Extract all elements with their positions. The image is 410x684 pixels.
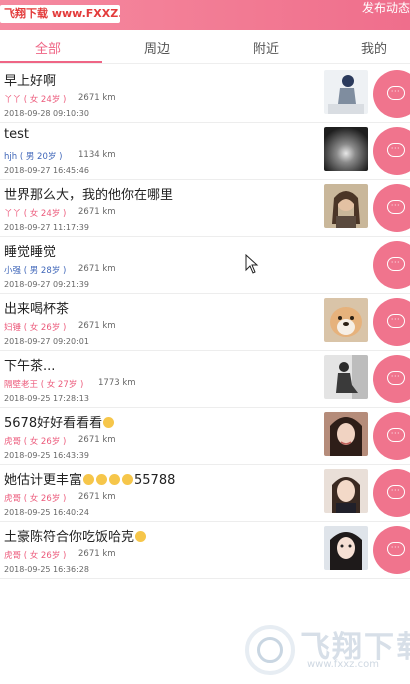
tab-nearby[interactable]: 附近 — [253, 38, 279, 57]
post-user[interactable]: 隔壁老王 ( 女 27岁 ) — [4, 378, 83, 390]
post-thumbnail[interactable] — [324, 355, 368, 399]
watermark-url-badge: 飞翔下载 www.FXXZ.com — [0, 5, 120, 23]
app-header: 飞翔下载 www.FXXZ.com 发布动态 — [0, 0, 410, 30]
chat-button[interactable]: ··· — [373, 241, 410, 289]
active-tab-indicator — [0, 61, 102, 63]
watermark-logo-icon — [245, 625, 295, 675]
list-item[interactable]: 5678好好看看看 虎哥 ( 女 26岁 ) 2671 km 2018-09-2… — [0, 408, 410, 465]
chat-button[interactable]: ··· — [373, 469, 410, 517]
post-thumbnail[interactable] — [324, 412, 368, 456]
list-item[interactable]: 睡觉睡觉 小强 ( 男 28岁 ) 2671 km 2018-09-27 09:… — [0, 237, 410, 294]
post-user[interactable]: 妇锤 ( 女 26岁 ) — [4, 321, 66, 333]
post-distance: 2671 km — [78, 264, 116, 274]
post-time: 2018-09-27 16:45:46 — [4, 166, 89, 175]
list-item[interactable]: 下午茶... 隔壁老王 ( 女 27岁 ) 1773 km 2018-09-25… — [0, 351, 410, 408]
post-thumbnail[interactable] — [324, 127, 368, 171]
post-distance: 1773 km — [98, 378, 136, 388]
chat-button[interactable]: ··· — [373, 355, 410, 403]
list-item[interactable]: 早上好啊 丫丫 ( 女 24岁 ) 2671 km 2018-09-28 09:… — [0, 66, 410, 123]
post-time: 2018-09-25 16:43:39 — [4, 451, 89, 460]
post-title: 睡觉睡觉 — [4, 245, 57, 260]
post-time: 2018-09-25 16:40:24 — [4, 508, 89, 517]
list-item[interactable]: 土豪陈符合你吃饭哈克 虎哥 ( 女 26岁 ) 2671 km 2018-09-… — [0, 522, 410, 579]
post-user[interactable]: 小强 ( 男 28岁 ) — [4, 264, 66, 276]
chat-button[interactable]: ··· — [373, 70, 410, 118]
post-distance: 1134 km — [78, 150, 116, 160]
chat-icon: ··· — [387, 371, 405, 385]
post-title: 她估计更丰富 55788 — [4, 473, 176, 488]
post-title: 土豪陈符合你吃饭哈克 — [4, 526, 147, 545]
chat-icon: ··· — [387, 257, 405, 271]
post-title: 世界那么大，我的他你在哪里 — [4, 188, 174, 203]
post-title: 5678好好看看看 — [4, 412, 115, 431]
post-distance: 2671 km — [78, 207, 116, 217]
chat-button[interactable]: ··· — [373, 184, 410, 232]
chat-icon: ··· — [387, 143, 405, 157]
post-distance: 2671 km — [78, 321, 116, 331]
smile-emoji-icon — [135, 531, 147, 542]
post-thumbnail[interactable] — [324, 526, 368, 570]
mouse-cursor-icon — [245, 254, 259, 274]
tab-all[interactable]: 全部 — [35, 38, 61, 57]
tab-mine[interactable]: 我的 — [361, 38, 387, 57]
emoji-icon — [122, 474, 134, 485]
post-time: 2018-09-28 09:10:30 — [4, 109, 89, 118]
post-time: 2018-09-25 16:36:28 — [4, 565, 89, 574]
emoji-icon — [96, 474, 108, 485]
post-title: test — [4, 127, 29, 142]
post-thumbnail[interactable] — [324, 469, 368, 513]
emoji-icon — [109, 474, 121, 485]
post-time: 2018-09-25 17:28:13 — [4, 394, 89, 403]
chat-button[interactable]: ··· — [373, 127, 410, 175]
list-item[interactable]: test hjh ( 男 20岁 ) 1134 km 2018-09-27 16… — [0, 123, 410, 180]
smile-emoji-icon — [103, 417, 115, 428]
post-distance: 2671 km — [78, 549, 116, 559]
watermark-url: www.fxxz.com — [307, 659, 379, 670]
tab-around[interactable]: 周边 — [144, 38, 170, 57]
post-user[interactable]: 虎哥 ( 女 26岁 ) — [4, 435, 66, 447]
list-item[interactable]: 世界那么大，我的他你在哪里 丫丫 ( 女 24岁 ) 2671 km 2018-… — [0, 180, 410, 237]
post-title: 出来喝杯茶 — [4, 302, 70, 317]
post-time: 2018-09-27 09:20:01 — [4, 337, 89, 346]
post-user[interactable]: 虎哥 ( 女 26岁 ) — [4, 549, 66, 561]
post-time: 2018-09-27 11:17:39 — [4, 223, 89, 232]
post-button[interactable]: 发布动态 — [362, 0, 410, 16]
chat-icon: ··· — [387, 542, 405, 556]
post-user[interactable]: 丫丫 ( 女 24岁 ) — [4, 93, 66, 105]
post-thumbnail[interactable] — [324, 298, 368, 342]
post-title: 下午茶... — [4, 359, 56, 374]
chat-icon: ··· — [387, 485, 405, 499]
list-item[interactable]: 出来喝杯茶 妇锤 ( 女 26岁 ) 2671 km 2018-09-27 09… — [0, 294, 410, 351]
chat-button[interactable]: ··· — [373, 526, 410, 574]
post-user[interactable]: 虎哥 ( 女 26岁 ) — [4, 492, 66, 504]
chat-icon: ··· — [387, 428, 405, 442]
post-time: 2018-09-27 09:21:39 — [4, 280, 89, 289]
tab-bar: 全部 周边 附近 我的 — [0, 30, 410, 64]
list-item[interactable]: 她估计更丰富 55788 虎哥 ( 女 26岁 ) 2671 km 2018-09… — [0, 465, 410, 522]
chat-icon: ··· — [387, 86, 405, 100]
chat-icon: ··· — [387, 200, 405, 214]
emoji-icon — [83, 474, 95, 485]
post-distance: 2671 km — [78, 435, 116, 445]
post-user[interactable]: 丫丫 ( 女 24岁 ) — [4, 207, 66, 219]
post-thumbnail[interactable] — [324, 70, 368, 114]
post-distance: 2671 km — [78, 492, 116, 502]
chat-button[interactable]: ··· — [373, 412, 410, 460]
chat-button[interactable]: ··· — [373, 298, 410, 346]
post-feed: 早上好啊 丫丫 ( 女 24岁 ) 2671 km 2018-09-28 09:… — [0, 66, 410, 579]
post-thumbnail[interactable] — [324, 184, 368, 228]
post-title: 早上好啊 — [4, 74, 57, 89]
chat-icon: ··· — [387, 314, 405, 328]
post-distance: 2671 km — [78, 93, 116, 103]
post-user[interactable]: hjh ( 男 20岁 ) — [4, 150, 62, 162]
